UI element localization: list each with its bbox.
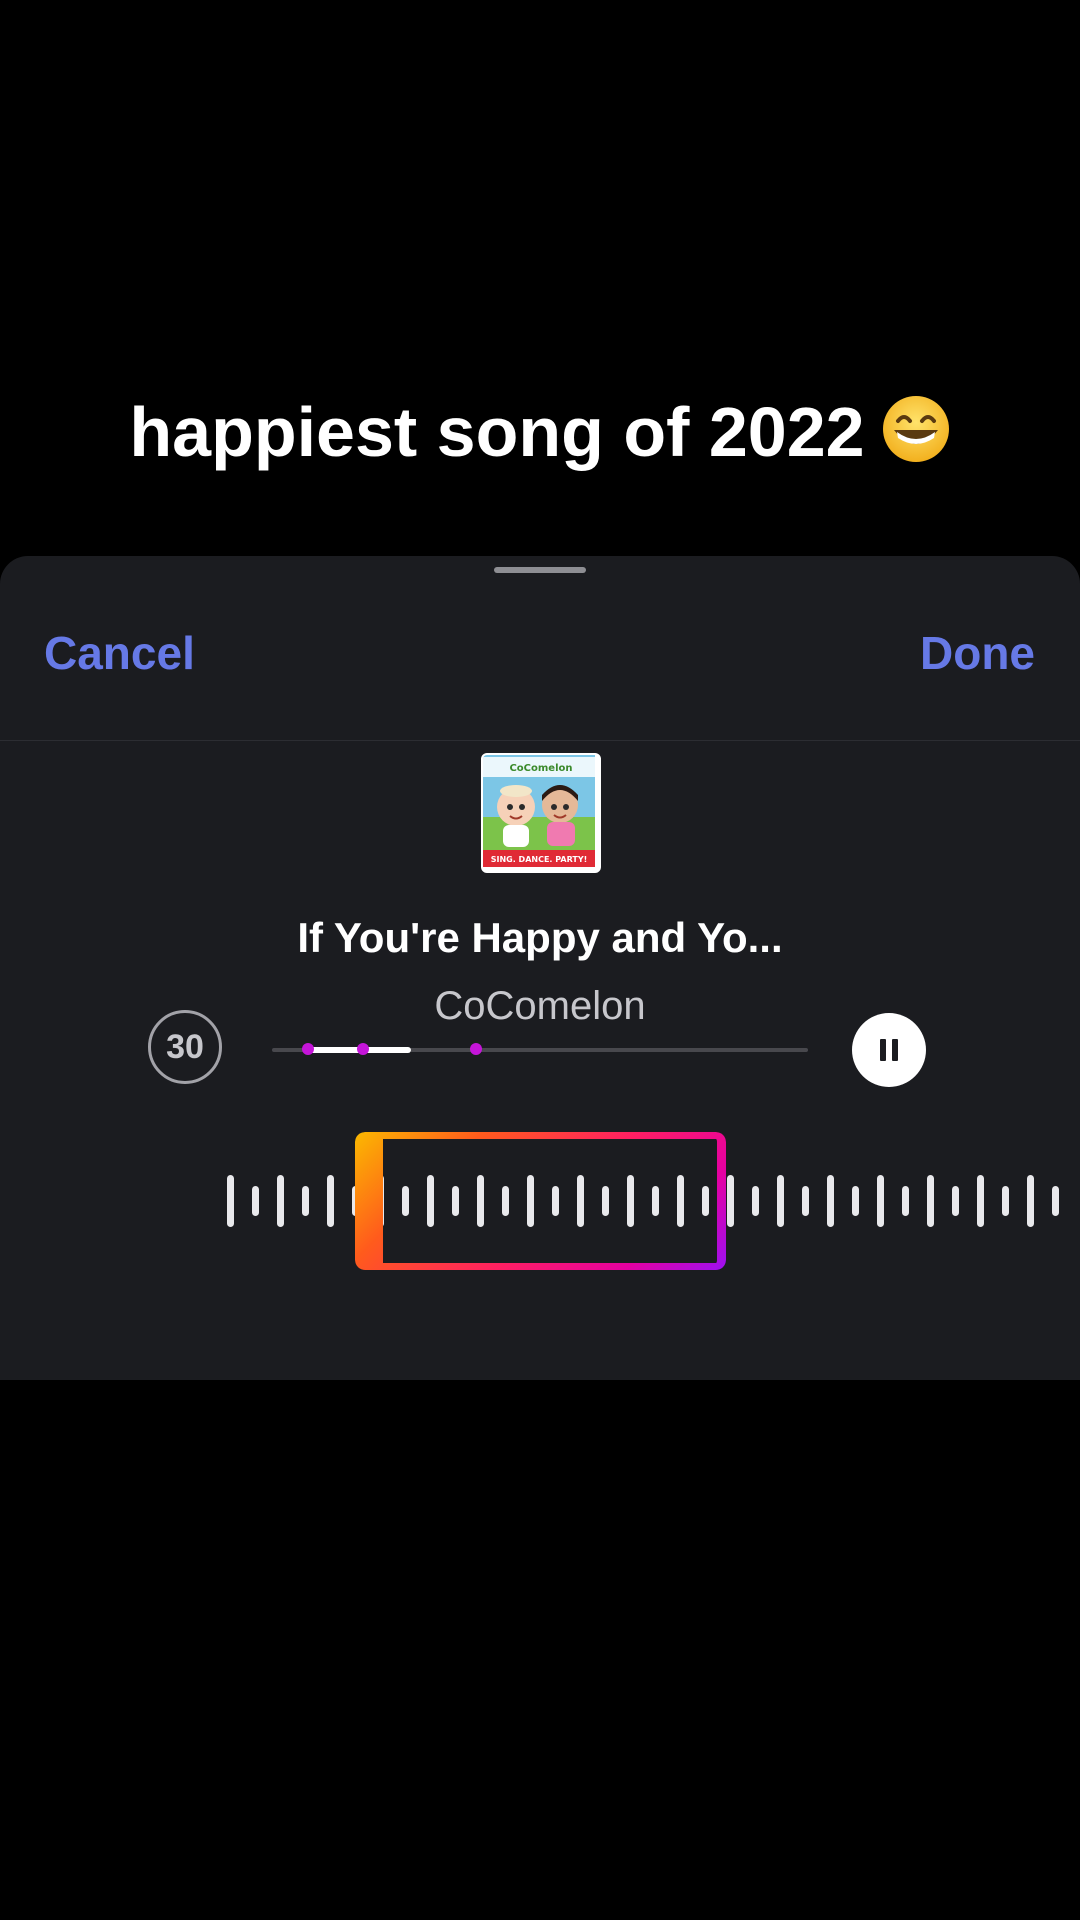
song-title: If You're Happy and Yo...	[297, 914, 783, 961]
waveform-bar	[1027, 1175, 1034, 1227]
done-button[interactable]: Done	[920, 626, 1035, 680]
section-marker	[469, 1043, 482, 1055]
cover-brand-text: CoComelon	[509, 763, 572, 774]
waveform-bar	[877, 1175, 884, 1227]
section-marker	[357, 1043, 370, 1055]
caption-text: happiest song of 2022	[129, 393, 865, 471]
header-divider	[0, 740, 1080, 741]
waveform-bar	[327, 1175, 334, 1227]
waveform-bar	[852, 1186, 859, 1216]
waveform-bar	[752, 1186, 759, 1216]
video-caption: happiest song of 2022	[0, 392, 1080, 472]
waveform-bar	[227, 1175, 234, 1227]
pause-button[interactable]	[852, 1013, 926, 1087]
cover-tagline-text: SING. DANCE. PARTY!	[491, 855, 588, 864]
clip-selection-frame[interactable]	[355, 1132, 726, 1270]
waveform-bar	[302, 1186, 309, 1216]
grinning-face-emoji-icon	[882, 396, 949, 462]
waveform-bar	[277, 1175, 284, 1227]
playback-progress-track[interactable]	[272, 1043, 808, 1055]
waveform-bar	[1052, 1186, 1059, 1216]
waveform-bar	[827, 1175, 834, 1227]
album-cover: CoComelon SING. DANCE. PARTY!	[481, 753, 601, 873]
waveform-bar	[927, 1175, 934, 1227]
waveform-bar	[977, 1175, 984, 1227]
waveform-bar	[252, 1186, 259, 1216]
sheet-grabber-handle[interactable]	[494, 567, 586, 573]
waveform-bar	[777, 1175, 784, 1227]
waveform-bar	[902, 1186, 909, 1216]
cancel-button[interactable]: Cancel	[44, 626, 195, 680]
waveform-bar	[952, 1186, 959, 1216]
waveform-bar	[802, 1186, 809, 1216]
waveform-bar	[727, 1175, 734, 1227]
waveform-bar	[1002, 1186, 1009, 1216]
clip-duration-button[interactable]: 30	[148, 1010, 222, 1084]
